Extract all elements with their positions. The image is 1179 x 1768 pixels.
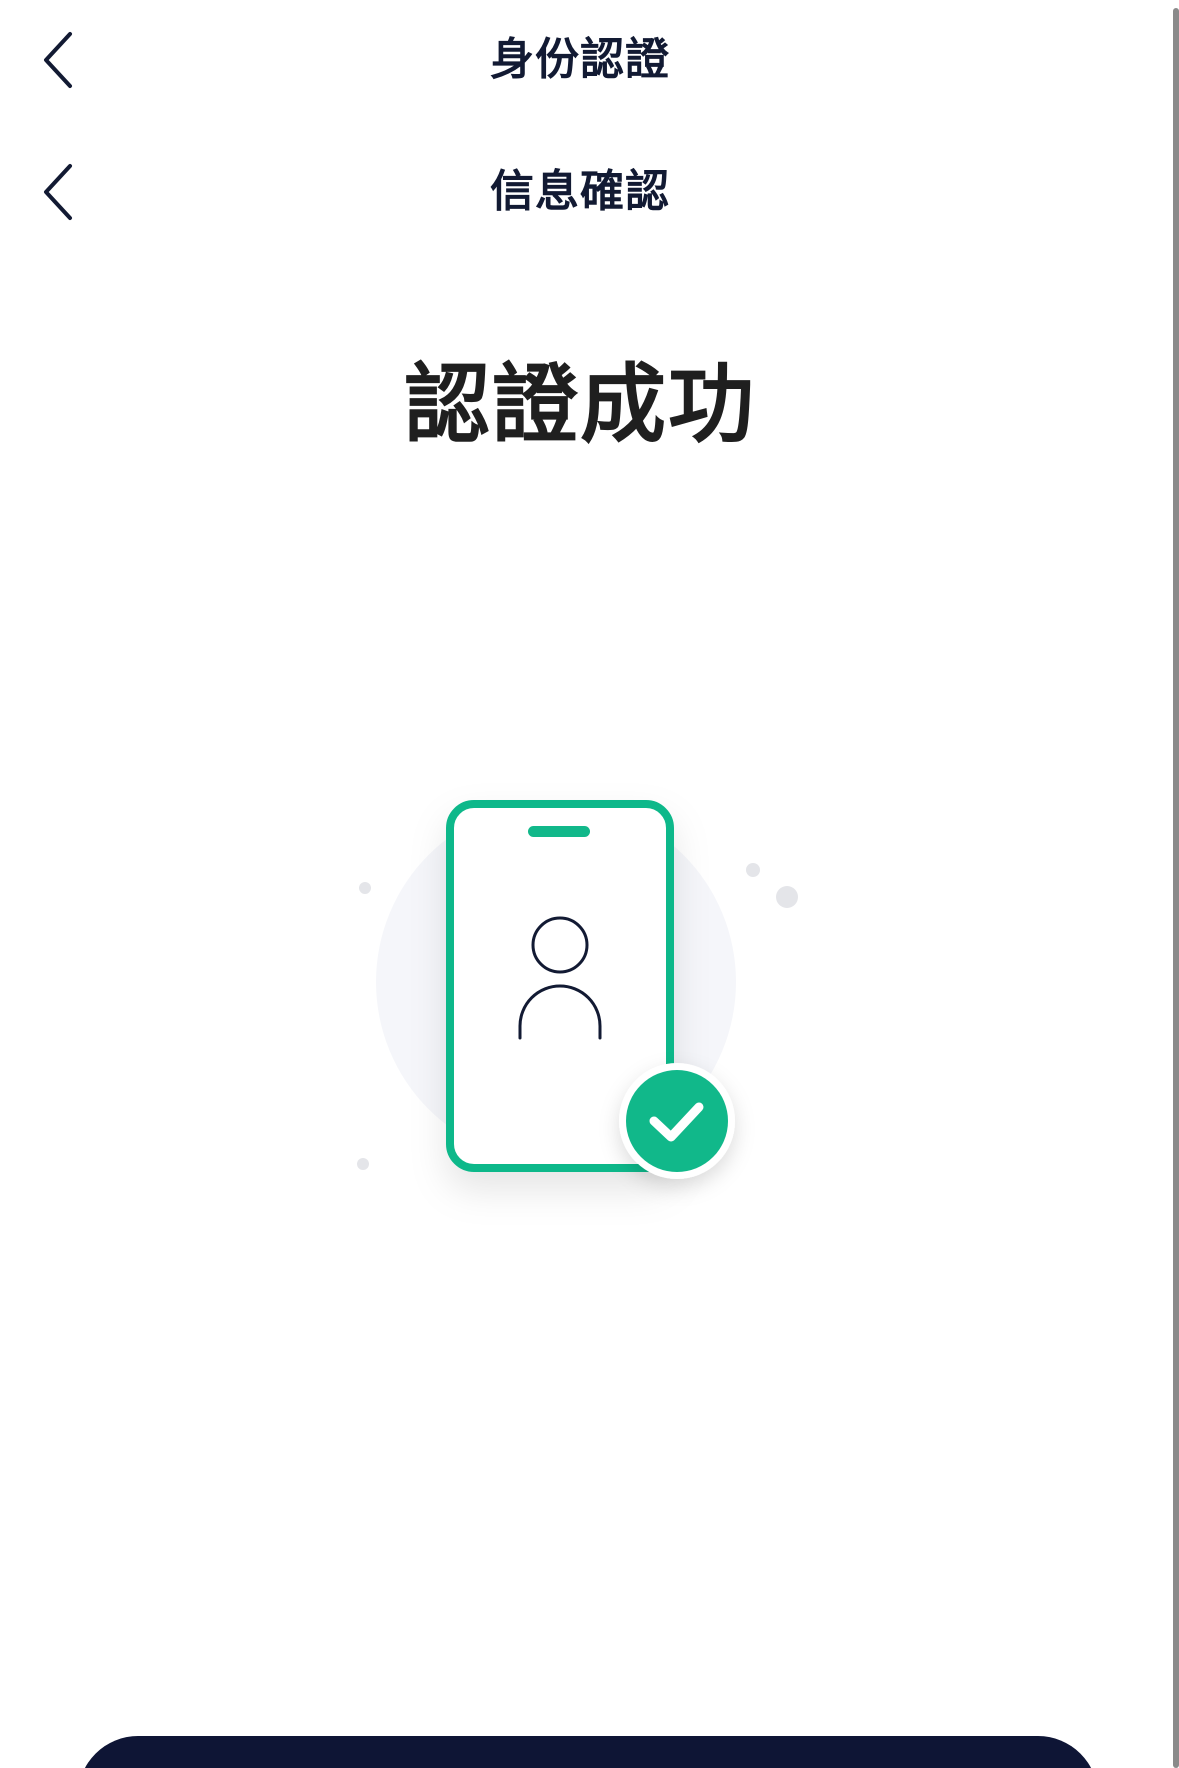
verification-illustration: [340, 780, 820, 1260]
success-title: 認證成功: [404, 355, 756, 455]
top-nav-bar: 身份認證: [0, 0, 1160, 120]
page-title: 身份認證: [490, 34, 670, 85]
screen: 身份認證 信息確認 認證成功: [0, 0, 1179, 1768]
sub-nav-bar: 信息確認: [0, 132, 1160, 252]
phone-user-verified-icon: [357, 800, 798, 1179]
scrollbar[interactable]: [1173, 8, 1179, 1768]
sub-page-title: 信息確認: [490, 166, 670, 217]
primary-action-button[interactable]: [78, 1736, 1098, 1768]
